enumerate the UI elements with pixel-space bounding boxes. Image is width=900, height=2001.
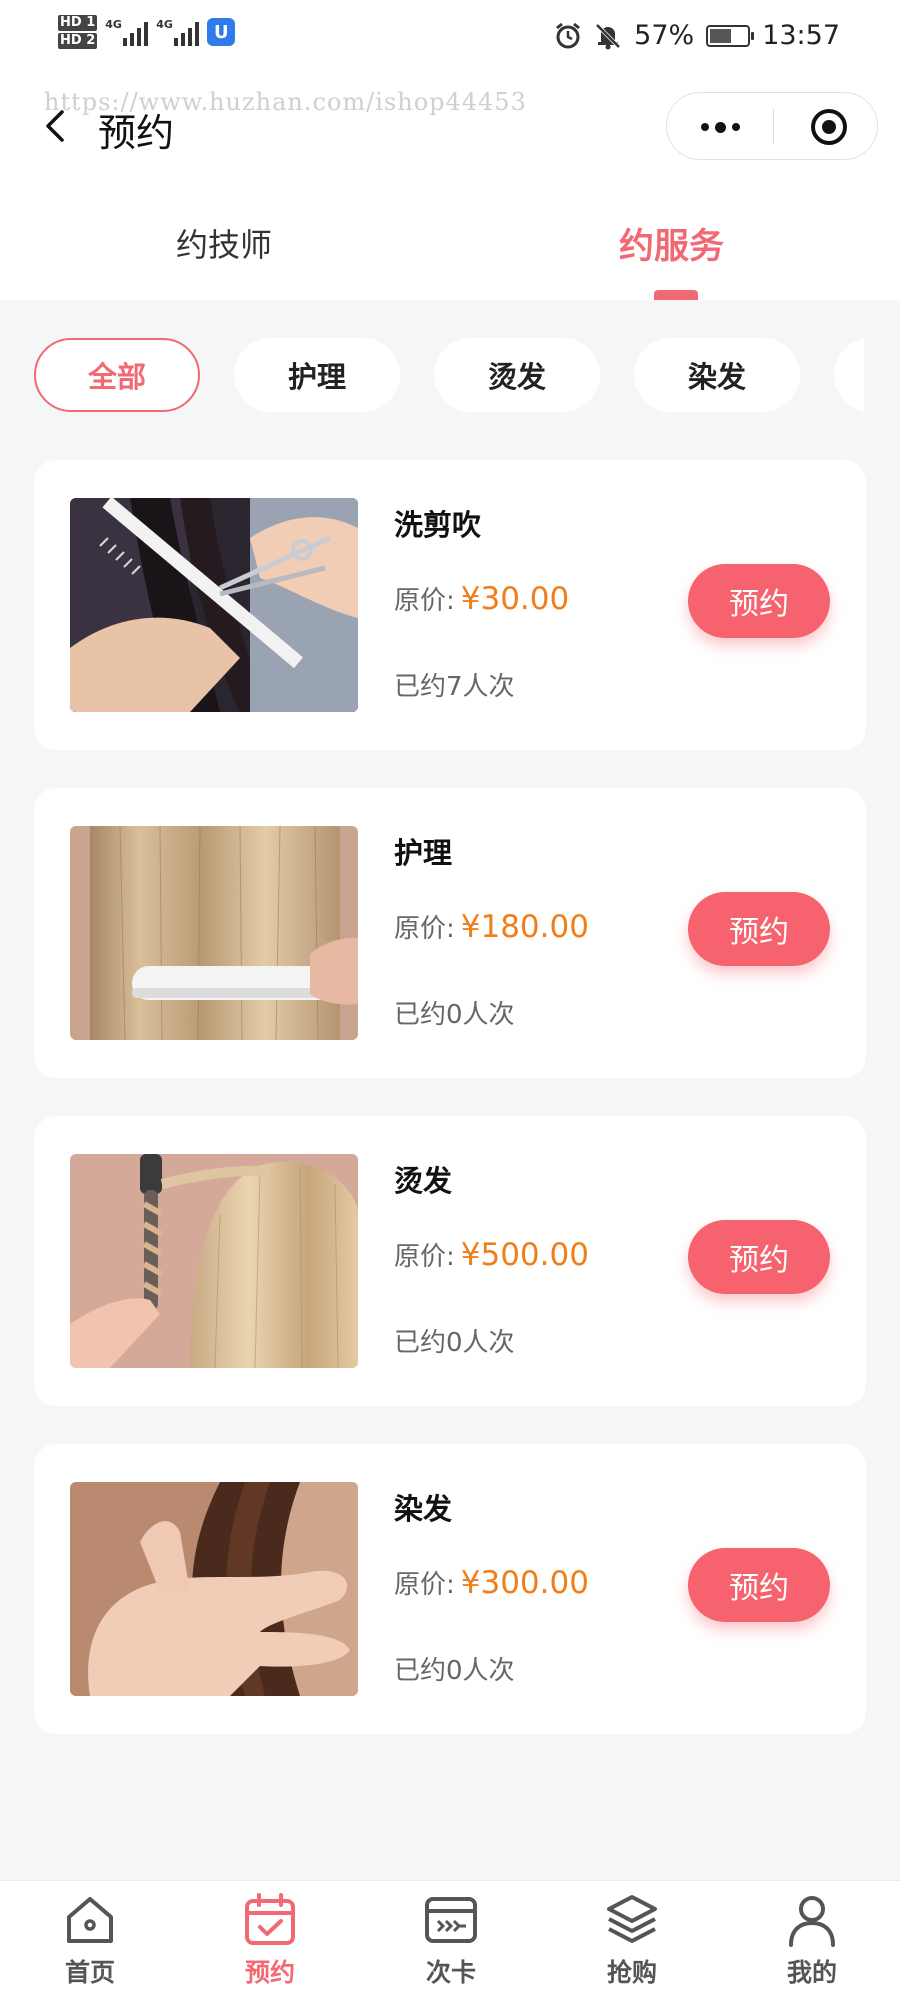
more-icon[interactable] <box>667 93 773 161</box>
price-row: 原价: ¥300.00 <box>394 1564 589 1601</box>
card-icon <box>425 1897 477 1943</box>
mini-program-capsule <box>666 92 878 160</box>
signal-icon: 4G <box>156 18 200 46</box>
tabbar-label: 预约 <box>244 1958 295 1987</box>
bottom-tab-bar: 首页 预约 次卡 抢购 我的 <box>0 1880 900 2001</box>
service-name: 烫发 <box>394 1164 453 1198</box>
network-type: 4G <box>105 18 122 31</box>
price-value: ¥30.00 <box>460 581 570 617</box>
price-value: ¥180.00 <box>460 909 589 945</box>
header-area: HD 1 HD 2 4G 4G U 57% 13:57 https://www.… <box>0 0 900 300</box>
service-image-perm <box>70 1154 358 1368</box>
service-card: 烫发 原价: ¥500.00 已约0人次 预约 <box>34 1116 866 1406</box>
perm-image <box>70 1154 358 1368</box>
chip-more[interactable] <box>834 338 864 412</box>
price-value: ¥500.00 <box>460 1237 589 1273</box>
tabbar-label: 我的 <box>786 1958 837 1987</box>
price-row: 原价: ¥180.00 <box>394 908 589 945</box>
tab-active-indicator <box>654 290 698 300</box>
chevron-left-icon[interactable] <box>34 104 78 148</box>
service-card: 染发 原价: ¥300.00 已约0人次 预约 <box>34 1444 866 1734</box>
price-value: ¥300.00 <box>460 1565 589 1601</box>
tab-book-technician[interactable]: 约技师 <box>176 220 272 266</box>
hd-badges: HD 1 HD 2 <box>58 14 98 50</box>
price-label: 原价: <box>394 586 455 616</box>
app-notification-icon: U <box>207 18 236 46</box>
hair-care-image <box>70 826 358 1040</box>
user-icon <box>789 1896 835 1947</box>
layers-icon <box>607 1895 657 1943</box>
price-row: 原价: ¥30.00 <box>394 580 569 617</box>
haircut-image <box>70 498 358 712</box>
calendar-check-icon <box>245 1893 295 1945</box>
service-image-care <box>70 826 358 1040</box>
network-type: 4G <box>156 18 173 31</box>
chip-all[interactable]: 全部 <box>34 338 200 412</box>
tabbar-item-booking[interactable]: 预约 <box>210 1891 330 1989</box>
price-row: 原价: ¥500.00 <box>394 1236 589 1273</box>
booked-count: 已约0人次 <box>394 1656 515 1686</box>
chip-care[interactable]: 护理 <box>234 338 400 412</box>
hair-dye-image <box>70 1482 358 1696</box>
chip-perm[interactable]: 烫发 <box>434 338 600 412</box>
booked-count: 已约7人次 <box>394 672 515 702</box>
service-card: 洗剪吹 原价: ¥30.00 已约7人次 预约 <box>34 460 866 750</box>
tabbar-label: 次卡 <box>425 1958 476 1987</box>
status-right: 57% 13:57 <box>554 20 840 51</box>
signal-icon: 4G <box>105 18 149 46</box>
status-left: HD 1 HD 2 4G 4G U <box>58 14 236 50</box>
alarm-icon <box>556 22 581 48</box>
category-chips: 全部 护理 烫发 染发 <box>34 338 864 412</box>
tabbar-label: 首页 <box>64 1958 115 1987</box>
book-button[interactable]: 预约 <box>688 564 830 638</box>
battery-icon <box>706 24 755 47</box>
segment-tabs: 约技师 约服务 <box>0 210 900 300</box>
book-button[interactable]: 预约 <box>688 892 830 966</box>
service-name: 护理 <box>394 836 453 870</box>
nav-bar: 预约 <box>0 80 900 176</box>
hd-badge: HD 1 <box>58 15 98 31</box>
tabbar-item-card[interactable]: 次卡 <box>391 1891 511 1989</box>
battery-percent: 57% <box>634 20 695 51</box>
tabbar-item-profile[interactable]: 我的 <box>752 1891 872 1989</box>
service-image-haircut <box>70 498 358 712</box>
tabbar-label: 抢购 <box>606 1958 657 1987</box>
price-label: 原价: <box>394 1570 455 1600</box>
home-icon <box>67 1897 113 1943</box>
tabbar-item-home[interactable]: 首页 <box>30 1891 150 1989</box>
tab-book-service[interactable]: 约服务 <box>619 218 724 269</box>
service-image-dye <box>70 1482 358 1696</box>
service-card: 护理 原价: ¥180.00 已约0人次 预约 <box>34 788 866 1078</box>
capsule-divider <box>773 109 774 145</box>
book-button[interactable]: 预约 <box>688 1548 830 1622</box>
booked-count: 已约0人次 <box>394 1000 515 1030</box>
chip-dye[interactable]: 染发 <box>634 338 800 412</box>
status-bar: HD 1 HD 2 4G 4G U 57% 13:57 <box>0 0 900 80</box>
clock: 13:57 <box>762 20 840 51</box>
price-label: 原价: <box>394 914 455 944</box>
booked-count: 已约0人次 <box>394 1328 515 1358</box>
service-name: 染发 <box>394 1492 453 1526</box>
book-button[interactable]: 预约 <box>688 1220 830 1294</box>
price-label: 原价: <box>394 1242 455 1272</box>
tabbar-item-flash-sale[interactable]: 抢购 <box>572 1891 692 1989</box>
mute-icon <box>595 23 621 49</box>
target-icon[interactable] <box>811 109 847 145</box>
hd-badge: HD 2 <box>58 33 98 49</box>
page-title: 预约 <box>98 111 175 155</box>
service-name: 洗剪吹 <box>394 508 482 542</box>
